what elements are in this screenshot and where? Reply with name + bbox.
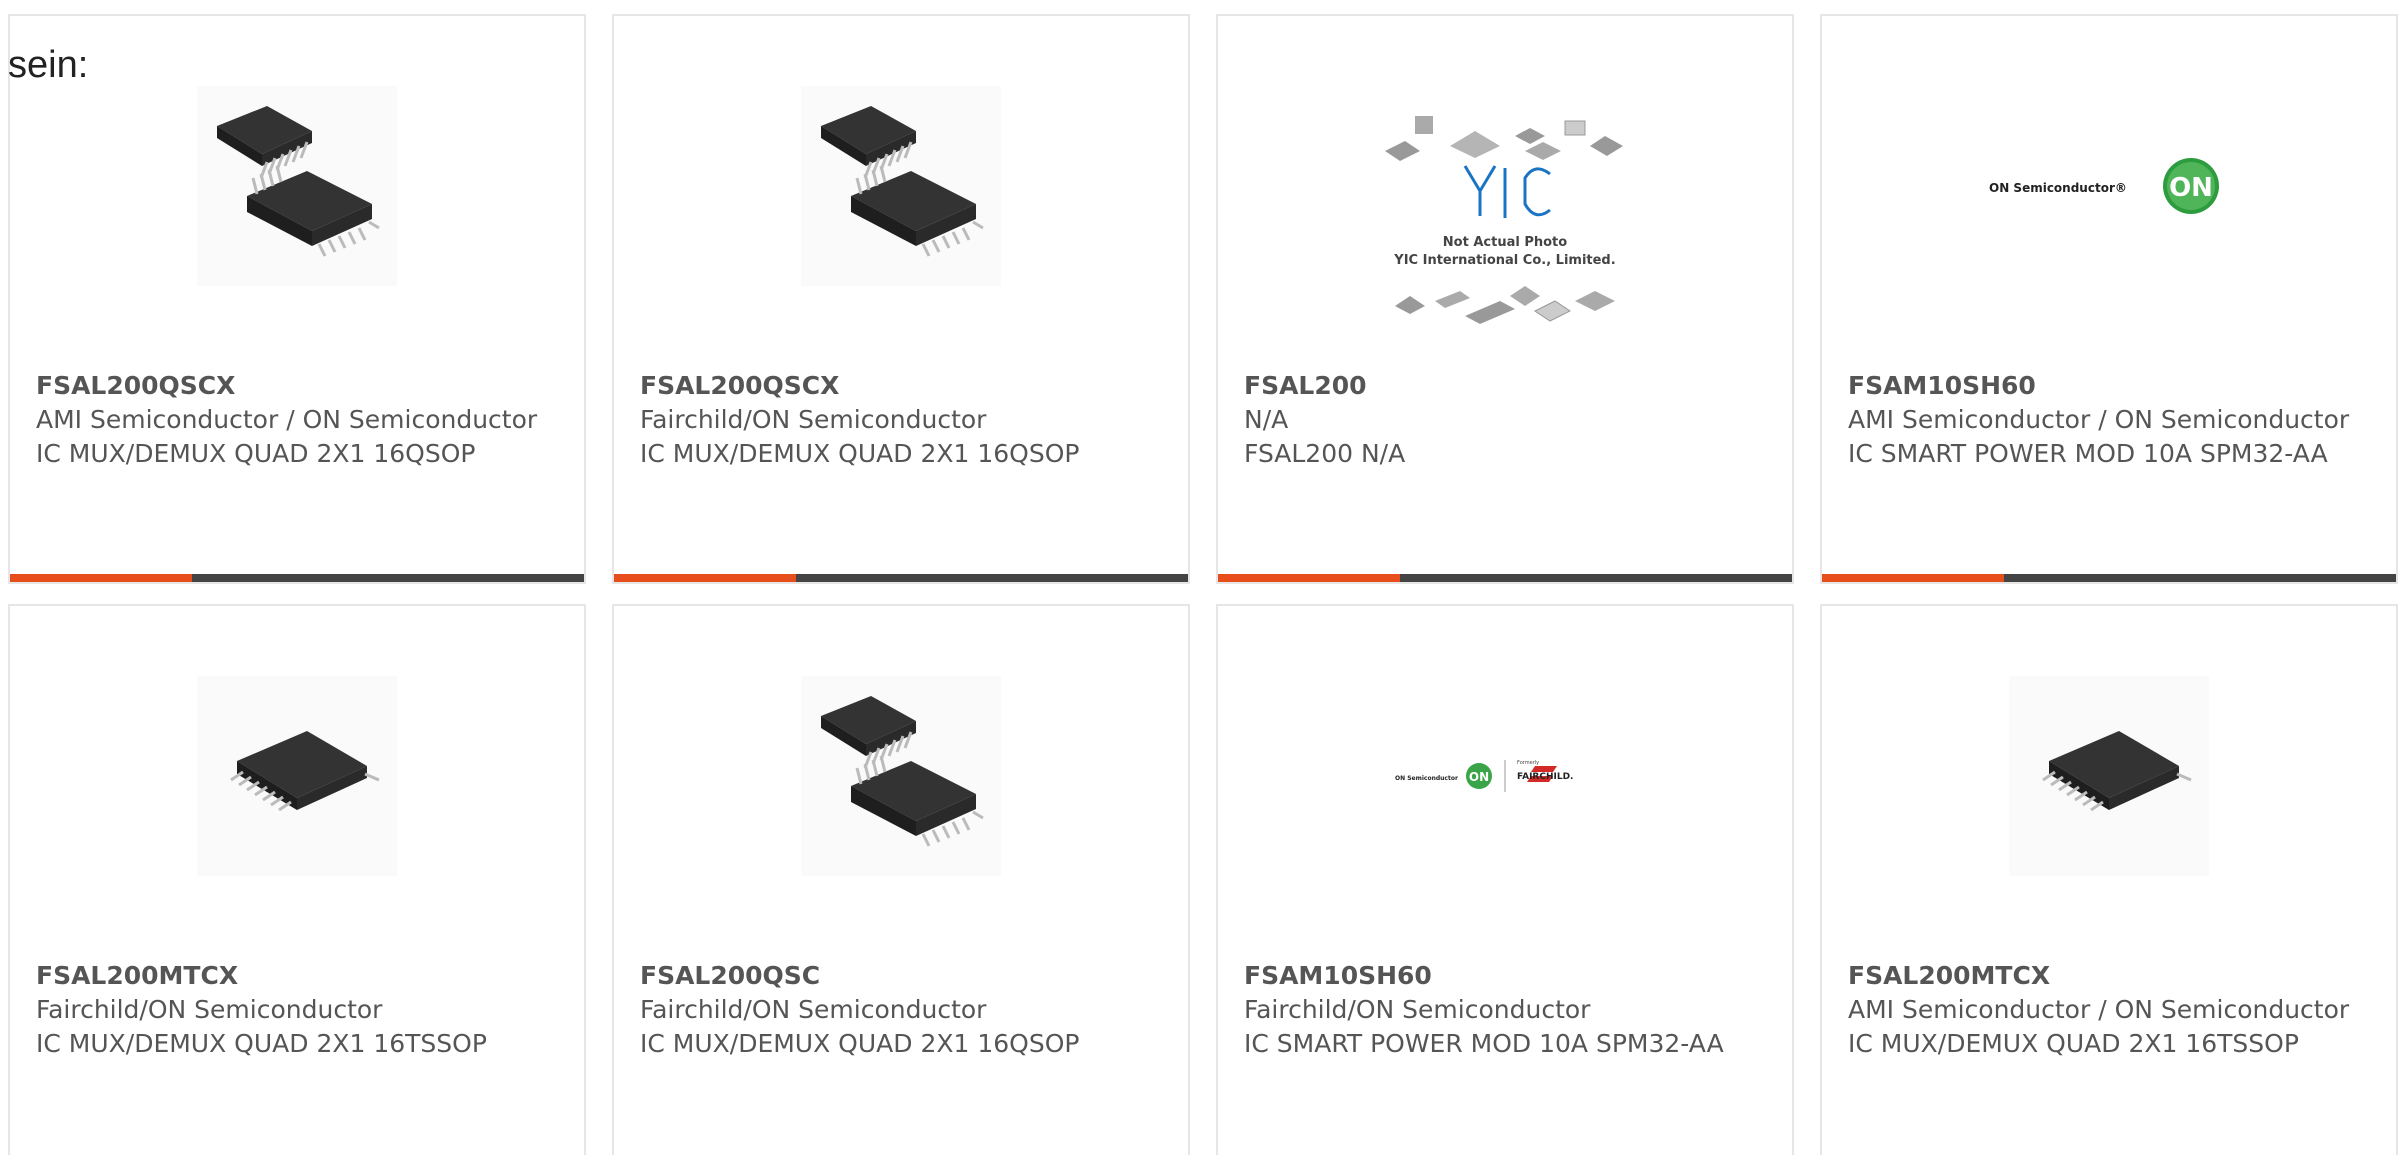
product-card[interactable]: Not Actual Photo YIC International Co., …: [1216, 14, 1794, 584]
manufacturer: AMI Semiconductor / ON Semiconductor: [36, 405, 538, 434]
on-logo-mark: ON: [2169, 173, 2213, 203]
manufacturer: Fairchild/ON Semiconductor: [640, 405, 987, 434]
tssop-chip-image: [197, 676, 397, 876]
part-number[interactable]: FSAM10SH60: [1244, 959, 1772, 993]
manufacturer: Fairchild/ON Semiconductor: [640, 995, 987, 1024]
tssop-chip-image: [2009, 676, 2209, 876]
on-semiconductor-wordmark: ON Semiconductor®: [1989, 181, 2127, 195]
description: IC MUX/DEMUX QUAD 2X1 16QSOP: [36, 439, 476, 468]
product-grid-page: sein: FSAL200QSCX AMI Semiconductor / ON…: [0, 0, 2400, 1155]
description: FSAL200 N/A: [1244, 439, 1406, 468]
card-bar-accent: [1218, 574, 1400, 582]
description: IC SMART POWER MOD 10A SPM32-AA: [1244, 1029, 1724, 1058]
product-card[interactable]: FSAL200QSCX AMI Semiconductor / ON Semic…: [8, 14, 586, 584]
formerly-text: Formerly: [1517, 760, 1539, 766]
card-bar-accent: [1822, 574, 2004, 582]
product-card[interactable]: FSAL200MTCX AMI Semiconductor / ON Semic…: [1820, 604, 2398, 1155]
on-fairchild-logo: ON Semiconductor ON Formerly FAIRCHILD.: [1385, 736, 1625, 816]
description: IC MUX/DEMUX QUAD 2X1 16QSOP: [640, 439, 1080, 468]
on-semiconductor-logo: ON Semiconductor® ON: [1979, 126, 2239, 246]
on-logo-mark: ON: [1469, 770, 1489, 784]
product-card[interactable]: FSAL200MTCX Fairchild/ON Semiconductor I…: [8, 604, 586, 1155]
card-bar-accent: [614, 574, 796, 582]
qsop-chip-image: [801, 86, 1001, 286]
description: IC MUX/DEMUX QUAD 2X1 16TSSOP: [1848, 1029, 2299, 1058]
yic-company-text: YIC International Co., Limited.: [1393, 253, 1615, 268]
description: IC MUX/DEMUX QUAD 2X1 16TSSOP: [36, 1029, 487, 1058]
part-number[interactable]: FSAL200QSCX: [36, 369, 564, 403]
description: IC MUX/DEMUX QUAD 2X1 16QSOP: [640, 1029, 1080, 1058]
qsop-chip-image: [197, 86, 397, 286]
part-number[interactable]: FSAL200MTCX: [36, 959, 564, 993]
yic-placeholder-image: Not Actual Photo YIC International Co., …: [1365, 96, 1645, 336]
product-card[interactable]: FSAL200QSCX Fairchild/ON Semiconductor I…: [612, 14, 1190, 584]
manufacturer: AMI Semiconductor / ON Semiconductor: [1848, 995, 2350, 1024]
card-bottom-bar: [614, 574, 1188, 582]
product-card[interactable]: ON Semiconductor® ON FSAM10SH60 AMI Semi…: [1820, 14, 2398, 584]
part-number[interactable]: FSAL200MTCX: [1848, 959, 2376, 993]
card-bottom-bar: [1218, 574, 1792, 582]
not-actual-photo-text: Not Actual Photo: [1443, 235, 1567, 250]
qsop-chip-image: [801, 676, 1001, 876]
fairchild-wordmark: FAIRCHILD.: [1517, 772, 1573, 782]
card-bottom-bar: [1822, 574, 2396, 582]
part-number[interactable]: FSAM10SH60: [1848, 369, 2376, 403]
manufacturer: N/A: [1244, 405, 1289, 434]
product-card[interactable]: FSAL200QSC Fairchild/ON Semiconductor IC…: [612, 604, 1190, 1155]
description: IC SMART POWER MOD 10A SPM32-AA: [1848, 439, 2328, 468]
manufacturer: AMI Semiconductor / ON Semiconductor: [1848, 405, 2350, 434]
card-bottom-bar: [10, 574, 584, 582]
card-bar-accent: [10, 574, 192, 582]
manufacturer: Fairchild/ON Semiconductor: [1244, 995, 1591, 1024]
product-card[interactable]: ON Semiconductor ON Formerly FAIRCHILD. …: [1216, 604, 1794, 1155]
part-number[interactable]: FSAL200QSCX: [640, 369, 1168, 403]
part-number[interactable]: FSAL200QSC: [640, 959, 1168, 993]
part-number[interactable]: FSAL200: [1244, 369, 1772, 403]
on-semiconductor-wordmark: ON Semiconductor: [1395, 775, 1458, 782]
manufacturer: Fairchild/ON Semiconductor: [36, 995, 383, 1024]
lead-text: sein:: [8, 44, 89, 86]
